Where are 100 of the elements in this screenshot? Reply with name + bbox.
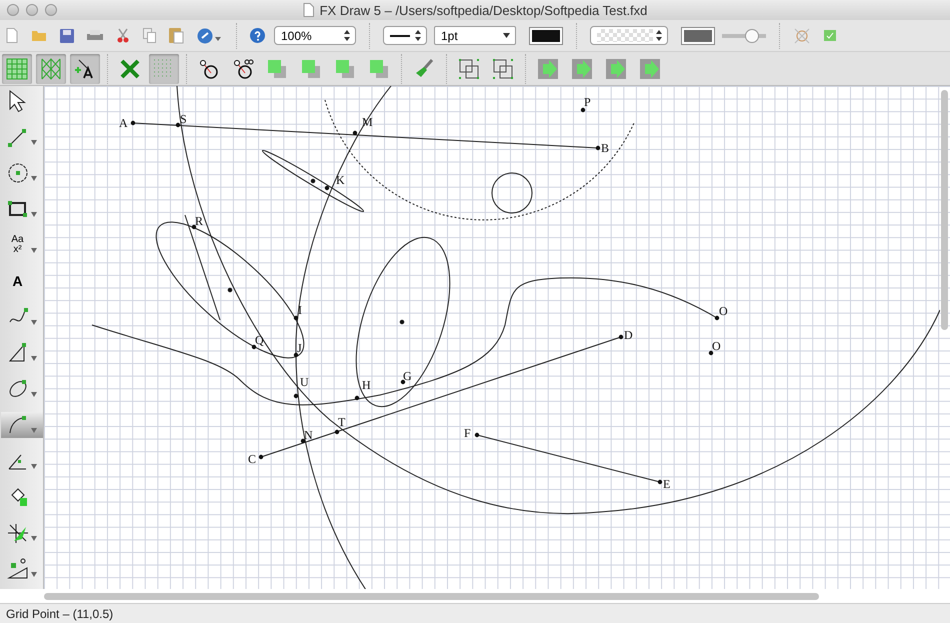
line-color-swatch[interactable] bbox=[529, 26, 563, 44]
point-label: N bbox=[304, 428, 313, 442]
point-marker bbox=[714, 316, 720, 320]
point-marker bbox=[294, 394, 298, 398]
point-label: E bbox=[663, 477, 670, 491]
cut-icon[interactable] bbox=[116, 28, 130, 43]
layers-icon bbox=[368, 58, 390, 80]
stepper-icon bbox=[415, 30, 421, 41]
point-marker bbox=[192, 224, 196, 230]
caret-icon bbox=[31, 572, 37, 577]
point-label: H bbox=[362, 378, 371, 392]
graph-icon bbox=[6, 521, 29, 545]
point-marker bbox=[354, 396, 360, 400]
zoom-button[interactable] bbox=[45, 4, 57, 16]
point-marker bbox=[130, 120, 136, 126]
point-label: T bbox=[338, 415, 346, 429]
caret-icon bbox=[31, 248, 37, 253]
caret-icon bbox=[31, 392, 37, 397]
crossed-icon[interactable] bbox=[793, 28, 811, 44]
point-label: F bbox=[464, 426, 471, 440]
text-box-tool[interactable]: Aa x² bbox=[0, 232, 42, 258]
point-marker bbox=[324, 186, 330, 190]
point-marker bbox=[294, 352, 298, 358]
figure-icon bbox=[6, 557, 29, 581]
point-label: K bbox=[336, 173, 345, 187]
group-icon bbox=[458, 58, 480, 80]
help-icon[interactable] bbox=[250, 28, 265, 43]
point-marker bbox=[300, 438, 306, 444]
lattice-icon bbox=[40, 58, 62, 80]
stepper-icon bbox=[656, 30, 662, 41]
dot-grid-button[interactable] bbox=[149, 54, 179, 84]
point-marker bbox=[708, 350, 714, 356]
point-label: I bbox=[298, 303, 302, 317]
point-marker bbox=[176, 122, 180, 128]
zoom-select[interactable]: 100% bbox=[274, 26, 356, 45]
point-marker bbox=[252, 344, 256, 350]
caret-icon bbox=[31, 464, 37, 469]
close-button[interactable] bbox=[7, 4, 19, 16]
caret-icon bbox=[31, 428, 37, 433]
circle-icon bbox=[6, 161, 29, 185]
caret-icon bbox=[31, 320, 37, 325]
grid-button[interactable] bbox=[2, 54, 32, 84]
point-label: A bbox=[119, 116, 128, 130]
point-label: R bbox=[195, 214, 204, 228]
link-icon[interactable] bbox=[197, 28, 223, 44]
point-label: B bbox=[601, 141, 610, 155]
small-image-icon[interactable] bbox=[824, 30, 836, 41]
point-label: D bbox=[624, 328, 633, 342]
point-marker bbox=[294, 316, 298, 320]
layers-icon bbox=[334, 58, 356, 80]
point-marker bbox=[580, 108, 586, 112]
point-marker bbox=[474, 432, 480, 438]
print-icon[interactable] bbox=[87, 28, 103, 42]
point-label: G bbox=[403, 369, 412, 383]
copy-icon[interactable] bbox=[143, 28, 156, 43]
new-document-icon[interactable] bbox=[6, 28, 18, 43]
caret-icon bbox=[31, 176, 37, 181]
fill-color-swatch[interactable] bbox=[681, 26, 715, 44]
stepper-icon bbox=[344, 30, 350, 41]
caret-icon bbox=[31, 356, 37, 361]
point-marker bbox=[258, 454, 264, 460]
caret-icon bbox=[31, 140, 37, 145]
point-marker bbox=[618, 334, 624, 340]
point-label: J bbox=[297, 341, 302, 355]
horizontal-scrollbar[interactable] bbox=[44, 592, 819, 600]
point-label: S bbox=[180, 112, 187, 126]
fill-pattern-select[interactable] bbox=[590, 26, 668, 45]
point-marker bbox=[596, 146, 600, 150]
paste-icon[interactable] bbox=[169, 28, 184, 44]
line-style-select[interactable] bbox=[383, 26, 427, 45]
point-marker bbox=[658, 480, 662, 484]
grid-icon bbox=[6, 58, 28, 80]
point-label: O bbox=[719, 304, 728, 318]
caret-icon bbox=[31, 536, 37, 541]
caret-icon bbox=[31, 212, 37, 217]
layers-icon bbox=[300, 58, 322, 80]
document-icon bbox=[302, 3, 314, 17]
point-marker bbox=[352, 130, 358, 136]
arc-tool[interactable] bbox=[0, 412, 42, 438]
point-label: U bbox=[300, 375, 309, 389]
point-label: P bbox=[584, 95, 591, 109]
save-icon[interactable] bbox=[60, 28, 74, 42]
caret-icon bbox=[503, 33, 510, 38]
vertical-scrollbar[interactable] bbox=[941, 90, 948, 330]
point-label: C bbox=[248, 452, 256, 466]
add-label-button[interactable] bbox=[70, 54, 100, 84]
group-icon bbox=[492, 58, 514, 80]
point-label: O bbox=[712, 339, 721, 353]
circle-icon bbox=[232, 58, 254, 80]
circle-icon bbox=[198, 58, 220, 80]
point-marker bbox=[400, 380, 406, 384]
window-title: FX Draw 5 – /Users/softpedia/Desktop/Softpedia Test.fxd bbox=[320, 2, 648, 18]
layers-icon bbox=[266, 58, 288, 80]
point-marker bbox=[334, 430, 340, 434]
label-tool[interactable]: A bbox=[0, 268, 42, 294]
status-text: Grid Point – (11,0.5) bbox=[6, 606, 114, 620]
delete-icon bbox=[119, 58, 141, 80]
minimize-button[interactable] bbox=[26, 4, 38, 16]
point-label: Q bbox=[255, 333, 264, 347]
line-width-select[interactable]: 1pt bbox=[434, 26, 516, 45]
